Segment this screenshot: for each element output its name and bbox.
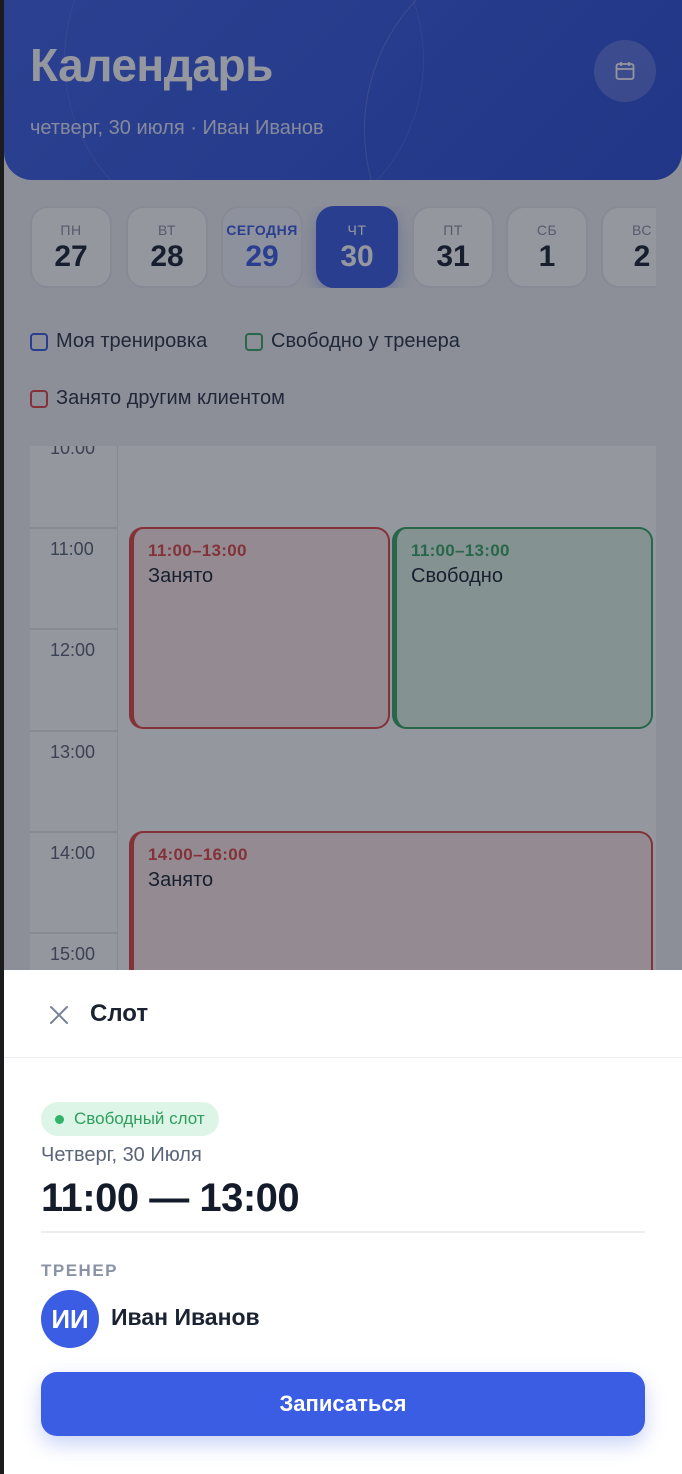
status-badge-label: Свободный слот (74, 1109, 205, 1128)
sheet-header: Слот (4, 970, 682, 1058)
book-button[interactable]: Записаться (41, 1372, 645, 1436)
modal-backdrop[interactable] (4, 0, 682, 970)
slot-date: Четверг, 30 Июля (41, 1144, 202, 1166)
slot-sheet: Слот Свободный слот Четверг, 30 Июля 11:… (4, 970, 682, 1474)
close-icon (50, 1006, 68, 1024)
avatar: ИИ (41, 1290, 99, 1348)
sheet-title: Слот (90, 1000, 149, 1027)
close-button[interactable] (44, 1000, 74, 1030)
divider (41, 1231, 645, 1233)
status-badge: Свободный слот (41, 1102, 219, 1136)
status-dot-icon (55, 1114, 64, 1124)
app-root: Календарь четверг, 30 июля · Иван Иванов… (4, 0, 682, 1474)
slot-time: 11:00 — 13:00 (41, 1176, 300, 1220)
trainer-name: Иван Иванов (111, 1304, 260, 1330)
trainer-label: ТРЕНЕР (41, 1261, 119, 1280)
